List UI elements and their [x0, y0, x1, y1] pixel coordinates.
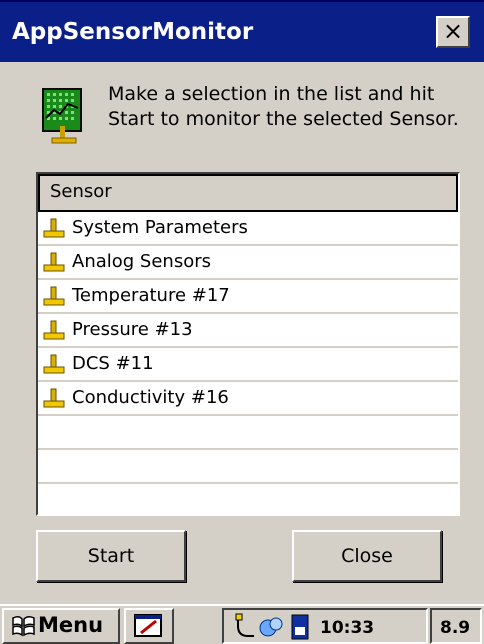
sensor-icon	[43, 320, 65, 340]
sensor-icon	[43, 252, 65, 272]
sensor-icon	[43, 354, 65, 374]
clock-time[interactable]: 10:33	[320, 618, 374, 638]
sensor-icon	[43, 218, 65, 238]
list-item[interactable]: Conductivity #16	[38, 382, 458, 416]
empty-row	[38, 450, 458, 484]
list-item[interactable]: Temperature #17	[38, 280, 458, 314]
app-taskbar-button[interactable]	[124, 608, 174, 644]
menu-label: Menu	[38, 613, 104, 637]
list-item[interactable]: Analog Sensors	[38, 246, 458, 280]
list-item-label: Conductivity #16	[72, 387, 229, 408]
windows-flag-icon	[12, 615, 35, 637]
taskbar: Menu 10:33 8.9	[0, 604, 484, 644]
list-item-label: Analog Sensors	[72, 251, 211, 272]
sensor-icon	[43, 388, 65, 408]
start-menu-button[interactable]: Menu	[2, 608, 120, 644]
list-item-label: DCS #11	[72, 353, 154, 374]
list-item-label: Temperature #17	[72, 285, 230, 306]
storage-card-icon[interactable]	[290, 613, 310, 641]
window-title: AppSensorMonitor	[12, 19, 254, 45]
close-button[interactable]: Close	[292, 530, 442, 582]
empty-row	[38, 484, 458, 514]
sensor-list[interactable]: Sensor System Parameters Analog Sensors …	[36, 172, 460, 516]
power-plug-icon[interactable]	[234, 612, 256, 640]
title-bar: AppSensorMonitor ×	[0, 2, 484, 62]
version-box: 8.9	[430, 608, 482, 644]
sensor-icon	[43, 286, 65, 306]
pen-window-icon	[134, 614, 162, 637]
system-tray: 10:33	[222, 608, 428, 644]
sensor-board-icon	[42, 88, 82, 144]
list-item[interactable]: DCS #11	[38, 348, 458, 382]
network-icon[interactable]	[258, 614, 284, 640]
list-item-label: Pressure #13	[72, 319, 193, 340]
instruction-line-2: Start to monitor the selected Sensor.	[108, 108, 459, 130]
instruction-line-1: Make a selection in the list and hit	[108, 83, 435, 105]
instruction-text: Make a selection in the list and hit Sta…	[108, 82, 478, 132]
list-item[interactable]: System Parameters	[38, 212, 458, 246]
app-window: AppSensorMonitor × Make a selection in t…	[0, 0, 484, 604]
header-area: Make a selection in the list and hit Sta…	[0, 62, 484, 162]
list-item[interactable]: Pressure #13	[38, 314, 458, 348]
list-item-label: System Parameters	[72, 217, 248, 238]
start-button[interactable]: Start	[36, 530, 186, 582]
column-header-sensor[interactable]: Sensor	[38, 174, 458, 212]
empty-row	[38, 416, 458, 450]
version-label: 8.9	[440, 618, 471, 638]
close-window-button[interactable]: ×	[436, 16, 470, 48]
